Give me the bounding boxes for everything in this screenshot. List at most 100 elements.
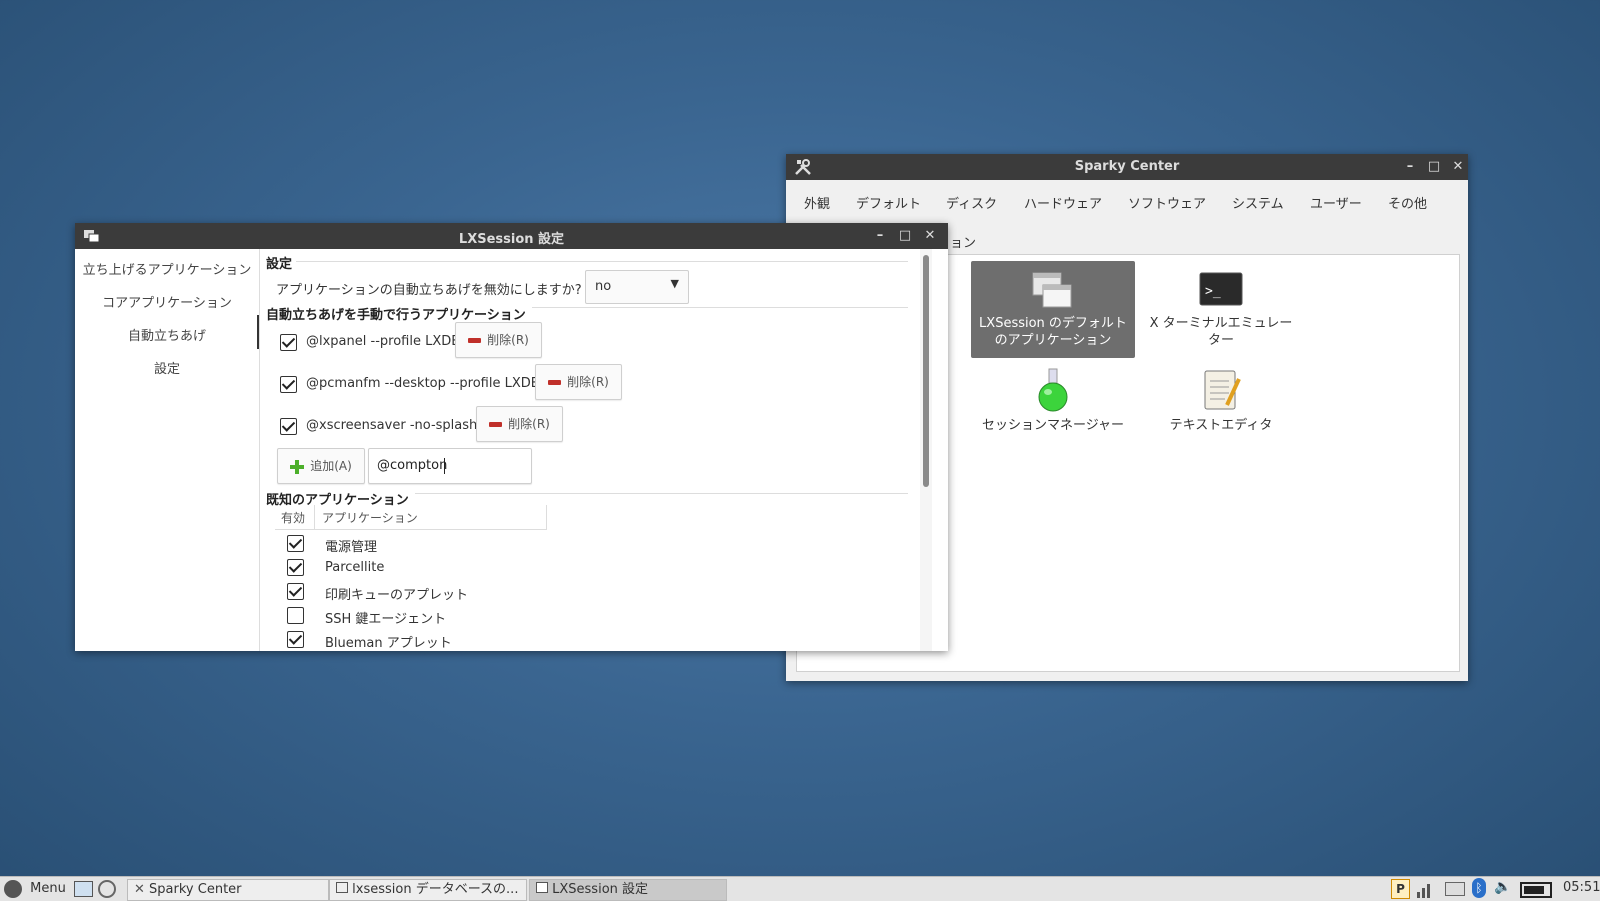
partial-section-label: ョン [950, 236, 977, 251]
manual-app-checkbox[interactable] [280, 418, 297, 435]
plus-icon [290, 459, 305, 474]
sidebar-selection-marker [257, 315, 259, 349]
manual-app-checkbox[interactable] [280, 334, 297, 351]
lxsession-title: LXSession 設定 [458, 232, 565, 247]
item-label: セッションマネージャー [981, 418, 1125, 433]
lxsession-sidebar: 立ち上げるアプリケーション コアアプリケーション 自動立ちあげ 設定 [75, 249, 260, 651]
item-text-editor[interactable]: テキストエディタ [1139, 365, 1303, 445]
tab-users[interactable]: ユーザー [1310, 190, 1362, 220]
task-label: Sparky Center [149, 882, 242, 897]
remove-label: 削除(R) [508, 417, 550, 431]
sparky-tabs: 外観 デフォルト ディスク ハードウェア ソフトウェア システム ユーザー その… [794, 190, 1458, 220]
text-cursor [444, 458, 445, 474]
tab-software[interactable]: ソフトウェア [1128, 190, 1206, 220]
show-desktop-icon[interactable] [74, 881, 93, 897]
tab-system[interactable]: システム [1232, 190, 1284, 220]
menu-button[interactable]: Menu [4, 879, 66, 899]
remove-icon [489, 422, 503, 427]
col-divider [546, 505, 547, 529]
add-button[interactable]: 追加(A) [277, 448, 365, 484]
windows-icon [1032, 272, 1072, 308]
minimize-button[interactable]: – [1400, 157, 1420, 177]
remove-label: 削除(R) [567, 375, 609, 389]
minimize-icon: – [1406, 159, 1414, 174]
minimize-button[interactable]: – [870, 226, 890, 246]
clipboard-tray-icon[interactable]: P [1391, 879, 1410, 899]
flask-icon [1038, 368, 1068, 412]
maximize-button[interactable]: □ [895, 226, 915, 246]
bluetooth-icon[interactable]: ᛒ [1472, 878, 1486, 898]
volume-icon[interactable]: 🔈 [1494, 879, 1511, 895]
known-app-name: Parcellite [325, 560, 385, 575]
known-apps-header: 有効 アプリケーション [275, 505, 547, 530]
col-enabled[interactable]: 有効 [281, 509, 305, 526]
close-button[interactable]: ✕ [1448, 157, 1468, 177]
item-x-terminal[interactable]: >_ X ターミナルエミュレーター [1139, 261, 1303, 358]
add-command-input[interactable]: @compton [368, 448, 532, 484]
item-session-manager[interactable]: セッションマネージャー [971, 365, 1135, 445]
item-label: X ターミナルエミュレーター [1149, 316, 1293, 348]
disable-autostart-select[interactable]: no ▼ [585, 270, 689, 304]
network-icon[interactable] [1417, 880, 1435, 898]
disable-autostart-label: アプリケーションの自動立ちあげを無効にしますか? [276, 283, 582, 298]
manual-autostart-section-title: 自動立ちあげを手動で行うアプリケーション [266, 304, 532, 323]
tab-default[interactable]: デフォルト [856, 190, 921, 220]
tab-disk[interactable]: ディスク [946, 190, 997, 220]
tab-hardware[interactable]: ハードウェア [1024, 190, 1102, 220]
sidebar-item-launch-apps[interactable]: 立ち上げるアプリケーション [75, 259, 259, 278]
settings-section-title: 設定 [266, 257, 293, 272]
window-icon [536, 882, 548, 893]
task-label: LXSession 設定 [552, 882, 649, 897]
remove-button[interactable]: 削除(R) [535, 364, 622, 400]
col-app[interactable]: アプリケーション [322, 509, 418, 526]
sparky-titlebar[interactable]: Sparky Center – □ ✕ [786, 154, 1468, 180]
remove-button[interactable]: 削除(R) [476, 406, 563, 442]
maximize-icon: □ [898, 228, 912, 243]
known-app-checkbox[interactable] [287, 607, 304, 624]
scrollbar-track[interactable] [920, 249, 932, 651]
lxsession-titlebar[interactable]: LXSession 設定 – □ ✕ [75, 223, 948, 249]
task-sparky-center[interactable]: ✕ Sparky Center [127, 879, 329, 901]
maximize-button[interactable]: □ [1424, 157, 1444, 177]
scrollbar-thumb[interactable] [923, 255, 929, 487]
task-lxsession-database[interactable]: lxsession データベースの... [329, 879, 527, 901]
item-lxsession-default-apps[interactable]: LXSession のデフォルトのアプリケーション [971, 261, 1135, 358]
tab-appearance[interactable]: 外観 [804, 190, 830, 220]
known-app-checkbox[interactable] [287, 535, 304, 552]
taskbar: Menu ✕ Sparky Center lxsession データベースの..… [0, 876, 1600, 901]
known-app-name: 電源管理 [325, 540, 378, 555]
autostart-content: 設定 アプリケーションの自動立ちあげを無効にしますか? no ▼ 自動立ちあげを… [260, 249, 948, 651]
close-button[interactable]: ✕ [920, 226, 940, 246]
refresh-icon[interactable] [98, 880, 116, 898]
sparky-logo-icon [4, 880, 22, 898]
known-app-checkbox[interactable] [287, 559, 304, 576]
sidebar-item-core-apps[interactable]: コアアプリケーション [75, 292, 259, 311]
tab-other[interactable]: その他 [1388, 190, 1427, 220]
svg-text:>_: >_ [1205, 284, 1221, 299]
minimize-icon: – [876, 228, 884, 243]
manual-app-checkbox[interactable] [280, 376, 297, 393]
task-label: lxsession データベースの... [352, 882, 519, 897]
remove-label: 削除(R) [487, 333, 529, 347]
sidebar-item-autostart[interactable]: 自動立ちあげ [75, 325, 259, 344]
known-app-checkbox[interactable] [287, 583, 304, 600]
remove-icon [468, 338, 482, 343]
keyboard-icon[interactable] [1445, 882, 1465, 896]
chevron-down-icon: ▼ [670, 277, 679, 290]
sparky-title: Sparky Center [1074, 159, 1180, 174]
manual-app-command: @lxpanel --profile LXDE [306, 334, 460, 349]
select-value: no [595, 279, 612, 294]
remove-button[interactable]: 削除(R) [455, 322, 542, 358]
lxsession-settings-window: LXSession 設定 – □ ✕ 立ち上げるアプリケーション コアアプリケー… [75, 223, 948, 651]
remove-icon [548, 380, 562, 385]
col-divider [314, 505, 315, 529]
close-icon: ✕ [1452, 159, 1464, 174]
window-icon [336, 882, 348, 893]
item-label: テキストエディタ [1169, 418, 1273, 433]
sidebar-item-settings[interactable]: 設定 [75, 358, 259, 377]
battery-icon[interactable] [1520, 882, 1552, 898]
clock[interactable]: 05:51 [1563, 880, 1600, 895]
terminal-icon: >_ [1199, 272, 1243, 306]
known-app-checkbox[interactable] [287, 631, 304, 648]
task-lxsession-settings[interactable]: LXSession 設定 [529, 879, 727, 901]
